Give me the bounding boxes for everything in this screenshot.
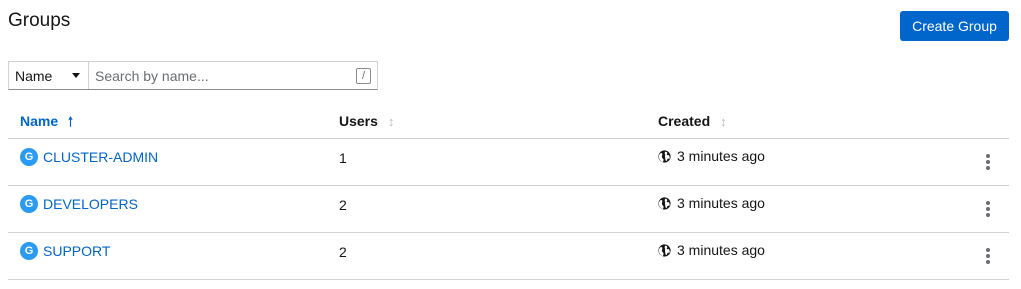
sort-arrows-icon: ↕ xyxy=(387,113,395,129)
group-badge-icon: G xyxy=(20,148,38,166)
caret-down-icon xyxy=(72,73,80,78)
kebab-icon[interactable] xyxy=(982,246,994,266)
created-cell: 3 minutes ago xyxy=(658,195,765,211)
table-row: G SUPPORT 2 3 minutes ago xyxy=(8,233,1009,280)
keyboard-shortcut-hint: / xyxy=(356,68,371,84)
created-time: 3 minutes ago xyxy=(677,195,765,211)
column-label-created: Created xyxy=(658,113,711,129)
arrow-up-icon: 🠑 xyxy=(68,113,73,129)
group-badge-icon: G xyxy=(20,195,38,213)
globe-icon xyxy=(658,196,671,210)
page-title: Groups xyxy=(8,10,71,31)
kebab-icon[interactable] xyxy=(982,199,994,219)
group-name-cell: G CLUSTER-ADMIN xyxy=(20,148,158,166)
group-link[interactable]: SUPPORT xyxy=(43,243,110,259)
created-time: 3 minutes ago xyxy=(677,242,765,258)
created-cell: 3 minutes ago xyxy=(658,242,765,258)
created-cell: 3 minutes ago xyxy=(658,148,765,164)
group-link[interactable]: CLUSTER-ADMIN xyxy=(43,149,158,165)
groups-table: Name 🠑 Users ↕ Created ↕ G CLUSTER-ADMIN… xyxy=(8,108,1009,280)
table-row: G DEVELOPERS 2 3 minutes ago xyxy=(8,186,1009,233)
users-count: 2 xyxy=(339,244,347,260)
filter-toolbar: Name / xyxy=(8,61,378,90)
sort-arrows-icon: ↕ xyxy=(720,113,727,129)
column-header-users[interactable]: Users ↕ xyxy=(339,113,394,129)
search-input[interactable] xyxy=(89,62,377,89)
column-header-name[interactable]: Name 🠑 xyxy=(20,113,73,129)
column-header-created[interactable]: Created ↕ xyxy=(658,113,727,129)
group-name-cell: G SUPPORT xyxy=(20,242,110,260)
users-count: 1 xyxy=(339,150,347,166)
create-group-button[interactable]: Create Group xyxy=(900,11,1009,41)
column-label-name: Name xyxy=(20,113,59,129)
column-label-users: Users xyxy=(339,113,378,129)
table-row: G CLUSTER-ADMIN 1 3 minutes ago xyxy=(8,139,1009,186)
users-count: 2 xyxy=(339,197,347,213)
kebab-icon[interactable] xyxy=(982,152,994,172)
groups-page: Groups Create Group Name / Name 🠑 Users … xyxy=(0,0,1021,289)
created-time: 3 minutes ago xyxy=(677,148,765,164)
table-header: Name 🠑 Users ↕ Created ↕ xyxy=(8,108,1009,139)
group-badge-icon: G xyxy=(20,242,38,260)
globe-icon xyxy=(658,149,671,163)
filter-type-select[interactable]: Name xyxy=(9,62,89,89)
group-name-cell: G DEVELOPERS xyxy=(20,195,138,213)
group-link[interactable]: DEVELOPERS xyxy=(43,196,138,212)
filter-type-label: Name xyxy=(15,67,53,84)
globe-icon xyxy=(658,243,671,257)
